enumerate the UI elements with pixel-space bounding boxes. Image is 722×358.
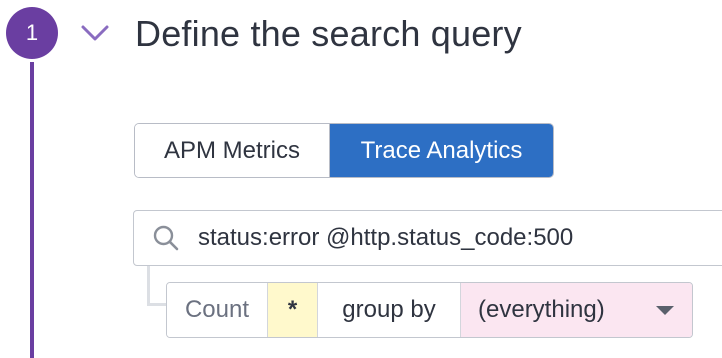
step-number-badge: 1 (6, 7, 58, 59)
caret-down-icon (656, 305, 674, 315)
step-connector-line (30, 62, 34, 358)
data-source-toggle: APM Metrics Trace Analytics (134, 123, 554, 178)
group-by-value: (everything) (478, 296, 605, 323)
group-by-label: group by (318, 283, 461, 337)
aggregation-function-select[interactable]: Count (167, 283, 268, 337)
chevron-down-icon[interactable] (80, 18, 110, 48)
group-by-dropdown[interactable]: (everything) (461, 283, 692, 337)
step-number: 1 (25, 20, 39, 45)
search-query-input[interactable]: status:error @http.status_code:500 (133, 210, 722, 266)
step-title: Define the search query (135, 13, 522, 54)
aggregation-row: Count * group by (everything) (166, 282, 693, 338)
apm-metrics-option[interactable]: APM Metrics (135, 124, 330, 177)
measure-field[interactable]: * (268, 283, 318, 337)
trace-analytics-option[interactable]: Trace Analytics (330, 124, 553, 177)
query-editor: 1 Define the search query APM Metrics Tr… (0, 0, 722, 358)
search-icon (153, 225, 179, 251)
search-query-text: status:error @http.status_code:500 (198, 224, 574, 251)
